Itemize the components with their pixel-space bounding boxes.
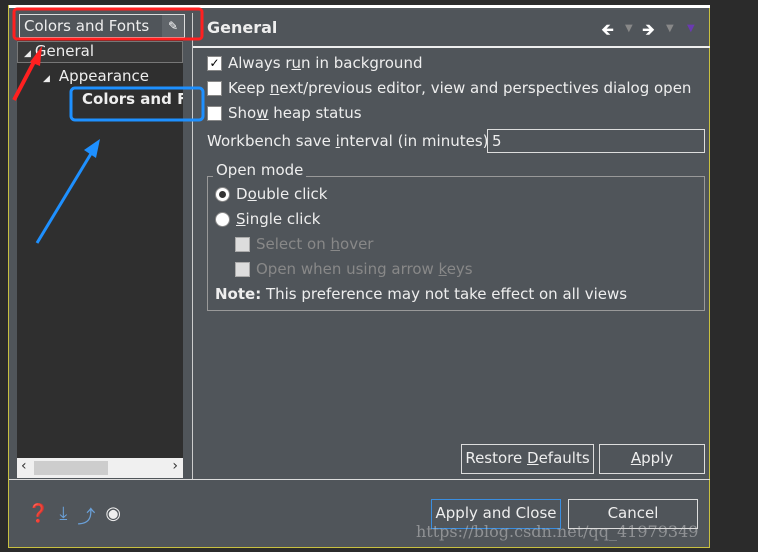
preferences-dialog: ✎ ◢General ◢Appearance Colors and Fo ‹› …	[8, 5, 710, 548]
view-menu-icon[interactable]: ▼	[687, 23, 695, 34]
checkbox[interactable]	[235, 236, 250, 252]
radio-selected[interactable]	[215, 186, 230, 202]
import-icon[interactable]: ⤓	[59, 503, 67, 529]
tree-hscrollbar[interactable]: ‹ ›	[17, 458, 183, 478]
tree-item-general[interactable]: ◢ General	[17, 41, 183, 63]
checkbox-checked[interactable]: ✓	[207, 55, 222, 71]
keep-open-checkbox[interactable]: Keep next/previous editor, view and pers…	[207, 79, 691, 97]
tree-label: General	[34, 42, 95, 60]
chevron-down-icon[interactable]: ▼	[666, 23, 674, 34]
radio[interactable]	[215, 211, 230, 227]
double-click-radio[interactable]: Double click	[215, 185, 327, 203]
watermark: https://blog.csdn.net/qq_41979349	[416, 522, 699, 541]
forward-icon[interactable]: 🡺	[642, 19, 655, 46]
chevron-down-icon[interactable]: ▼	[625, 23, 633, 34]
always-run-checkbox[interactable]: ✓ Always run in background	[207, 54, 422, 72]
tree-item-colors-and-fonts[interactable]: Colors and Fo	[82, 90, 183, 108]
checkbox[interactable]	[207, 105, 222, 121]
apply-button[interactable]: Apply	[599, 444, 705, 474]
restore-defaults-button[interactable]: Restore Defaults	[461, 444, 594, 474]
tree-label: Appearance	[58, 67, 149, 85]
help-icon[interactable]: ❓	[27, 503, 49, 529]
footer-divider	[9, 479, 710, 480]
heap-status-checkbox[interactable]: Show heap status	[207, 104, 362, 122]
export-icon[interactable]: ⤴	[77, 503, 95, 529]
interval-input[interactable]	[487, 129, 705, 153]
scroll-thumb[interactable]	[34, 461, 108, 475]
note-text: Note: This preference may not take effec…	[215, 285, 628, 303]
checkbox[interactable]	[235, 261, 250, 277]
select-on-hover-checkbox[interactable]: Select on hover	[235, 235, 373, 253]
open-mode-label: Open mode	[213, 161, 307, 179]
filter-input[interactable]	[19, 14, 185, 38]
eraser-icon[interactable]: ✎	[162, 15, 184, 37]
single-click-radio[interactable]: Single click	[215, 210, 320, 228]
checkbox[interactable]	[207, 80, 222, 96]
footer-icons: ❓ ⤓ ⤴ ◉	[27, 503, 121, 529]
title-strip	[9, 5, 710, 8]
preference-tree: ◢General ◢Appearance Colors and Fo	[17, 40, 183, 458]
tree-item-appearance[interactable]: ◢ Appearance	[43, 67, 149, 85]
back-icon[interactable]: 🡸	[601, 19, 614, 46]
scroll-right-icon[interactable]: ›	[172, 458, 178, 474]
page-title: General	[207, 18, 278, 37]
divider	[192, 13, 193, 479]
header-divider	[193, 46, 710, 48]
scroll-left-icon[interactable]: ‹	[21, 458, 27, 474]
arrow-keys-checkbox[interactable]: Open when using arrow keys	[235, 260, 473, 278]
record-icon[interactable]: ◉	[105, 503, 121, 529]
interval-label: Workbench save interval (in minutes):	[207, 132, 494, 150]
